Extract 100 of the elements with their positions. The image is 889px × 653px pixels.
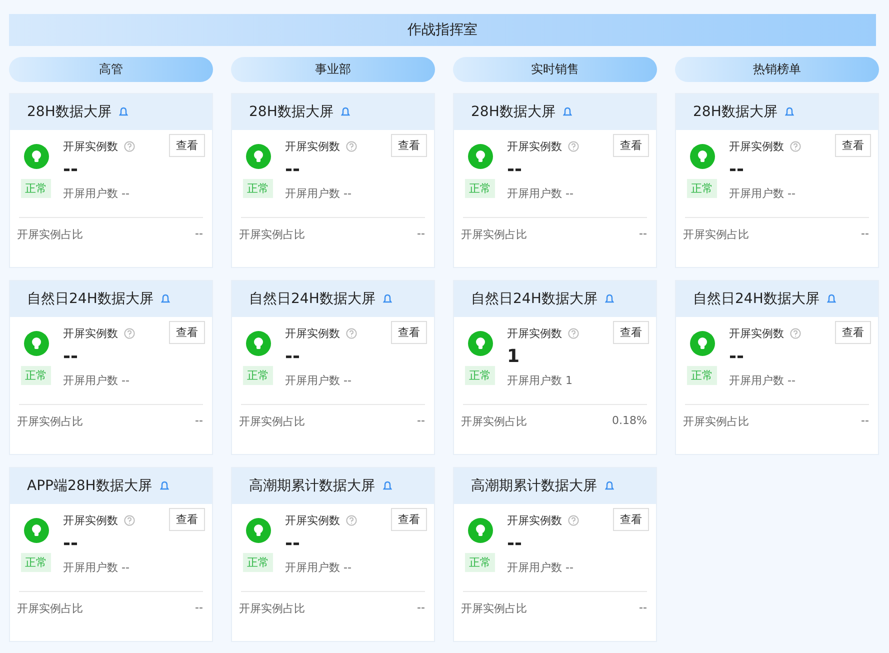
bell-icon[interactable]	[383, 481, 392, 491]
lightbulb-icon	[246, 331, 270, 356]
lightbulb-icon	[468, 144, 492, 169]
bell-icon[interactable]	[827, 294, 836, 304]
status-badge: 正常	[21, 366, 51, 385]
view-button[interactable]: 查看	[613, 134, 649, 157]
view-button[interactable]: 查看	[391, 321, 427, 344]
lightbulb-icon	[246, 144, 270, 169]
metric-label: 开屏实例数	[63, 139, 118, 154]
help-icon[interactable]	[124, 515, 135, 526]
metric-label: 开屏实例数	[507, 139, 562, 154]
ratio-value: --	[195, 227, 203, 242]
user-count: 开屏用户数 --	[63, 373, 130, 388]
status-badge: 正常	[465, 179, 495, 198]
help-icon[interactable]	[346, 328, 357, 339]
view-button[interactable]: 查看	[169, 134, 205, 157]
card-title: 高潮期累计数据大屏	[471, 477, 597, 495]
ratio-label: 开屏实例占比	[239, 414, 305, 429]
bell-icon[interactable]	[160, 481, 169, 491]
view-button[interactable]: 查看	[391, 134, 427, 157]
user-count: 开屏用户数 --	[729, 373, 796, 388]
ratio-value: 0.18%	[612, 414, 647, 429]
metric-value: --	[507, 159, 523, 182]
view-button[interactable]: 查看	[391, 508, 427, 531]
bell-icon[interactable]	[785, 107, 794, 117]
metric-label: 开屏实例数	[285, 513, 340, 528]
card-title: 自然日24H数据大屏	[693, 290, 820, 308]
lightbulb-icon	[468, 331, 492, 356]
ratio-label: 开屏实例占比	[461, 601, 527, 616]
view-button[interactable]: 查看	[835, 134, 871, 157]
bell-icon[interactable]	[119, 107, 128, 117]
metric-value: 1	[507, 346, 521, 369]
lightbulb-icon	[24, 518, 48, 543]
user-count: 开屏用户数 --	[285, 373, 352, 388]
ratio-label: 开屏实例占比	[17, 601, 83, 616]
help-icon[interactable]	[790, 141, 801, 152]
ratio-value: --	[195, 414, 203, 429]
metric-value: --	[507, 533, 523, 556]
status-badge: 正常	[21, 179, 51, 198]
bell-icon[interactable]	[161, 294, 170, 304]
help-icon[interactable]	[568, 515, 579, 526]
view-button[interactable]: 查看	[169, 321, 205, 344]
user-count: 开屏用户数 --	[63, 186, 130, 201]
metric-value: --	[63, 533, 79, 556]
card-title: 28H数据大屏	[27, 103, 112, 121]
bell-icon[interactable]	[341, 107, 350, 117]
ratio-value: --	[639, 601, 647, 616]
ratio-value: --	[861, 227, 869, 242]
lightbulb-icon	[690, 144, 714, 169]
ratio-label: 开屏实例占比	[683, 414, 749, 429]
category-header[interactable]: 实时销售	[453, 57, 657, 82]
view-button[interactable]: 查看	[613, 508, 649, 531]
ratio-label: 开屏实例占比	[461, 414, 527, 429]
help-icon[interactable]	[346, 141, 357, 152]
card-title: 28H数据大屏	[471, 103, 556, 121]
help-icon[interactable]	[346, 515, 357, 526]
user-count: 开屏用户数 --	[507, 186, 574, 201]
view-button[interactable]: 查看	[169, 508, 205, 531]
metric-label: 开屏实例数	[729, 326, 784, 341]
user-count: 开屏用户数 --	[285, 186, 352, 201]
card-title: 自然日24H数据大屏	[27, 290, 154, 308]
metric-label: 开屏实例数	[285, 139, 340, 154]
metric-value: --	[63, 346, 79, 369]
metric-value: --	[285, 159, 301, 182]
help-icon[interactable]	[124, 141, 135, 152]
metric-value: --	[63, 159, 79, 182]
ratio-value: --	[861, 414, 869, 429]
view-button[interactable]: 查看	[835, 321, 871, 344]
card-title: APP端28H数据大屏	[27, 477, 152, 495]
status-badge: 正常	[243, 366, 273, 385]
lightbulb-icon	[246, 518, 270, 543]
help-icon[interactable]	[124, 328, 135, 339]
category-header[interactable]: 热销榜单	[675, 57, 879, 82]
category-header[interactable]: 事业部	[231, 57, 435, 82]
ratio-value: --	[639, 227, 647, 242]
view-button[interactable]: 查看	[613, 321, 649, 344]
bell-icon[interactable]	[605, 481, 614, 491]
ratio-label: 开屏实例占比	[239, 227, 305, 242]
bell-icon[interactable]	[605, 294, 614, 304]
metric-label: 开屏实例数	[285, 326, 340, 341]
page-title: 作战指挥室	[9, 14, 876, 46]
metric-label: 开屏实例数	[729, 139, 784, 154]
bell-icon[interactable]	[563, 107, 572, 117]
help-icon[interactable]	[568, 328, 579, 339]
card-title: 自然日24H数据大屏	[471, 290, 598, 308]
status-badge: 正常	[243, 179, 273, 198]
help-icon[interactable]	[790, 328, 801, 339]
lightbulb-icon	[24, 331, 48, 356]
status-badge: 正常	[687, 179, 717, 198]
metric-value: --	[729, 159, 745, 182]
metric-label: 开屏实例数	[63, 513, 118, 528]
bell-icon[interactable]	[383, 294, 392, 304]
category-header[interactable]: 高管	[9, 57, 213, 82]
status-badge: 正常	[465, 366, 495, 385]
user-count: 开屏用户数 --	[507, 560, 574, 575]
help-icon[interactable]	[568, 141, 579, 152]
metric-label: 开屏实例数	[507, 326, 562, 341]
user-count: 开屏用户数 1	[507, 373, 574, 388]
card-title: 高潮期累计数据大屏	[249, 477, 375, 495]
ratio-label: 开屏实例占比	[239, 601, 305, 616]
